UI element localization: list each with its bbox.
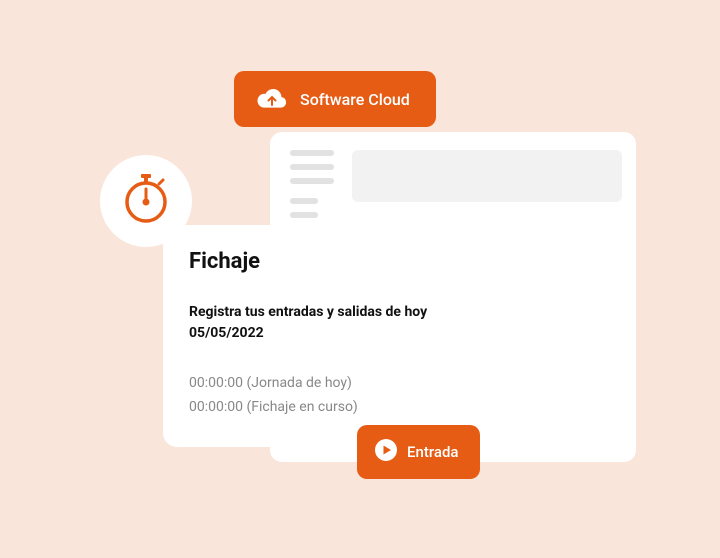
time-today: 00:00:00 (Jornada de hoy) bbox=[189, 372, 501, 396]
play-icon bbox=[375, 439, 397, 465]
content-placeholder bbox=[352, 150, 622, 202]
entrada-label: Entrada bbox=[407, 443, 458, 461]
sidebar-lines bbox=[290, 150, 334, 226]
time-current: 00:00:00 (Fichaje en curso) bbox=[189, 396, 501, 420]
cloud-upload-icon bbox=[256, 87, 288, 111]
stopwatch-icon bbox=[124, 174, 168, 228]
software-cloud-badge: Software Cloud bbox=[234, 71, 436, 127]
card-subtitle: Registra tus entradas y salidas de hoy 0… bbox=[189, 302, 501, 344]
fichaje-card: Fichaje Registra tus entradas y salidas … bbox=[163, 225, 527, 447]
subtitle-line2: 05/05/2022 bbox=[189, 323, 501, 344]
cloud-badge-label: Software Cloud bbox=[300, 90, 410, 109]
subtitle-line1: Registra tus entradas y salidas de hoy bbox=[189, 302, 501, 323]
entrada-button[interactable]: Entrada bbox=[357, 425, 480, 479]
card-title: Fichaje bbox=[189, 249, 501, 274]
